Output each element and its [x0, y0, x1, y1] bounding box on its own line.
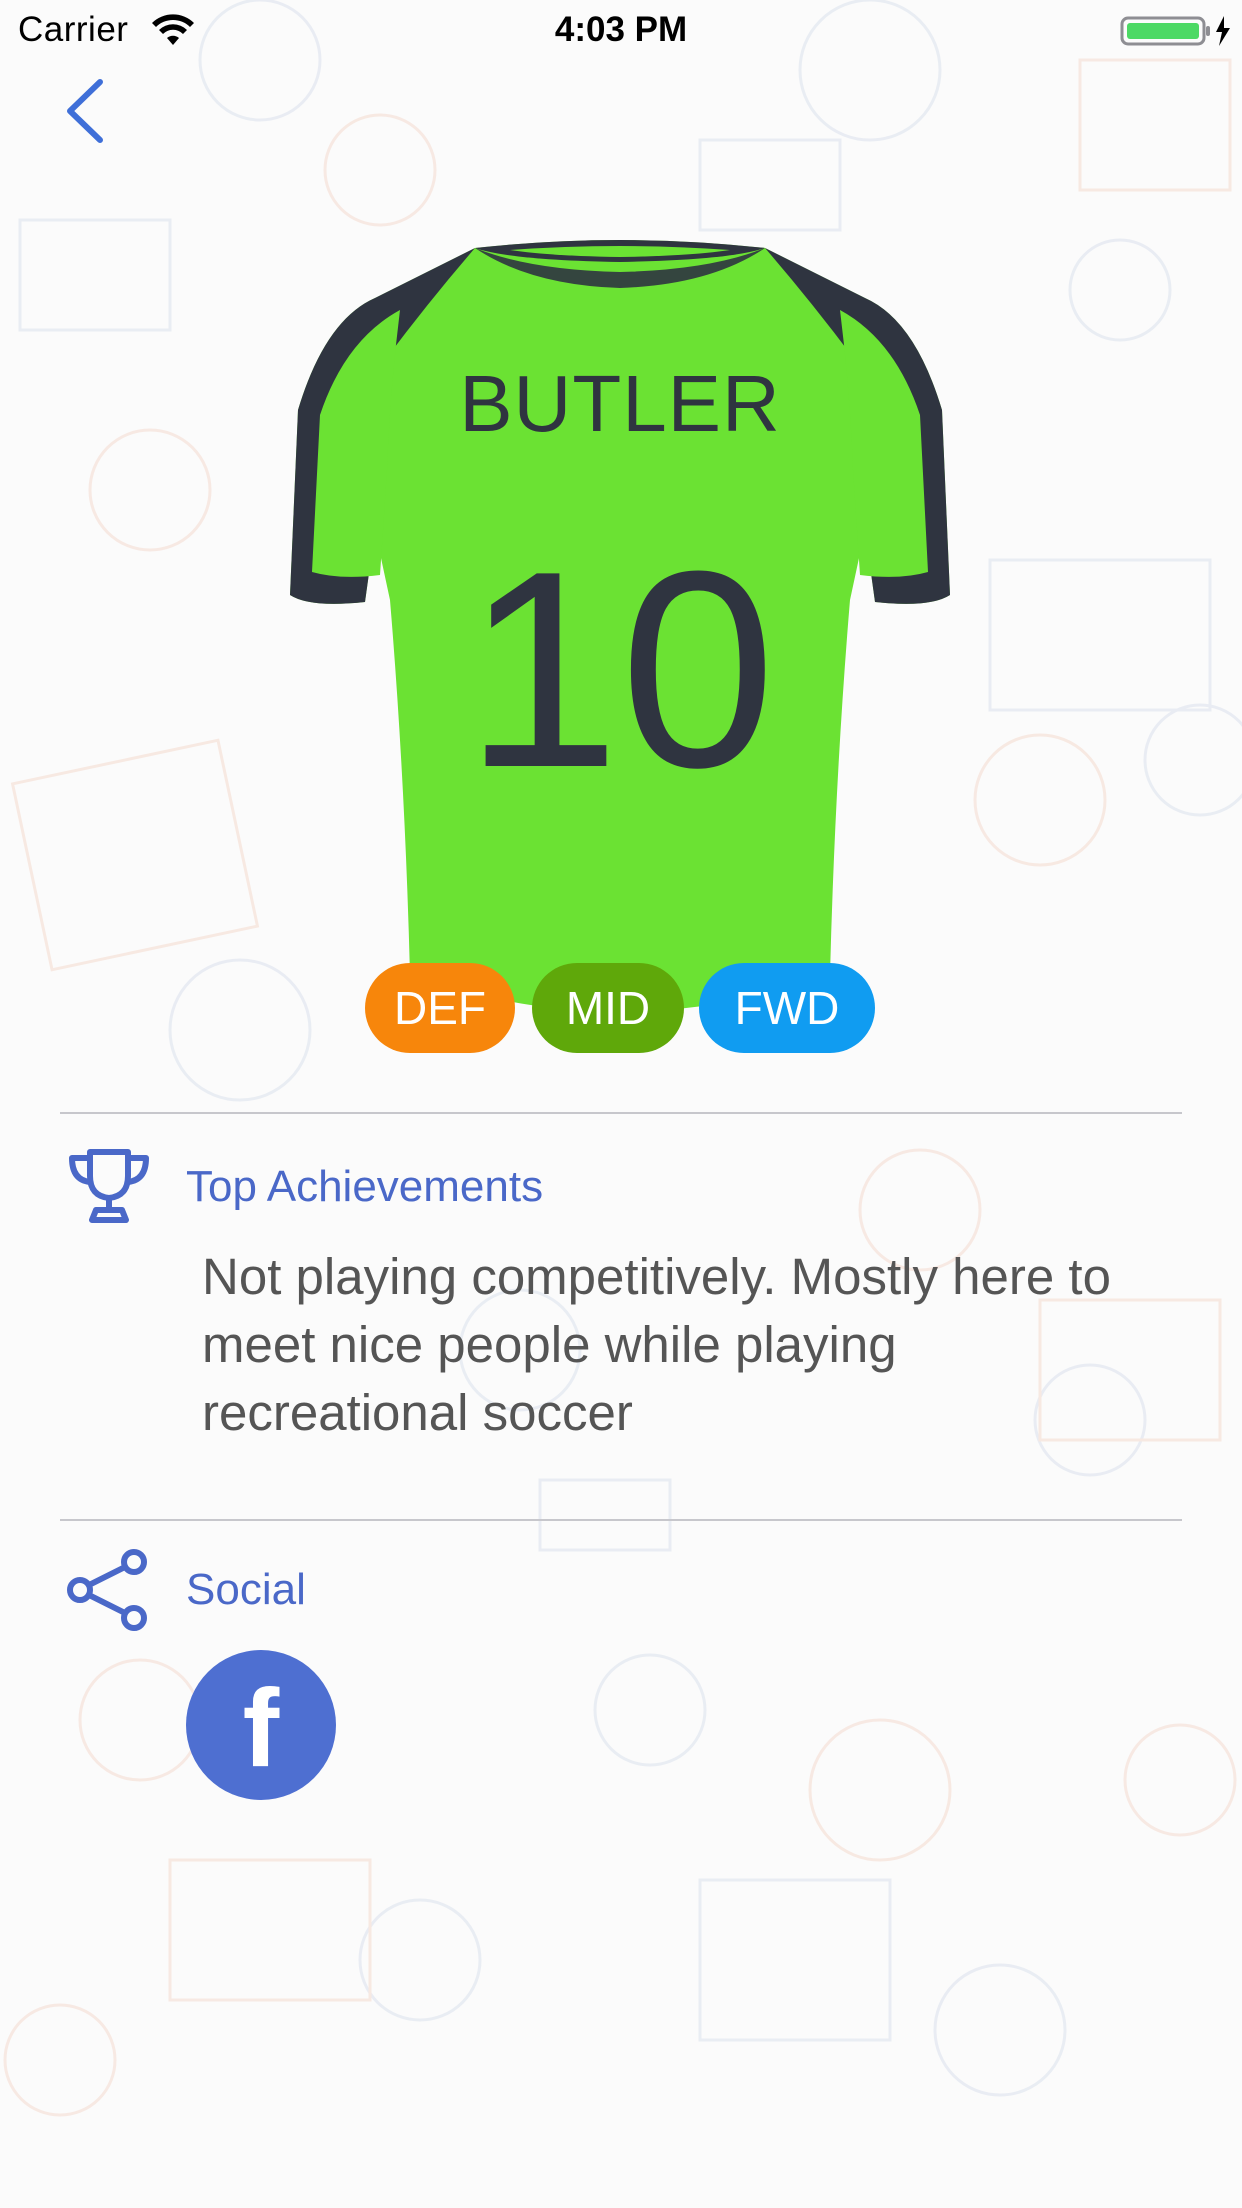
section-divider	[60, 1112, 1182, 1114]
trophy-icon	[69, 1149, 149, 1223]
status-bar: Carrier 4:03 PM	[0, 0, 1242, 62]
jersey-player-name: BUTLER	[459, 359, 781, 448]
achievements-title: Top Achievements	[186, 1162, 544, 1211]
position-mid-pill[interactable]: MID	[532, 963, 684, 1053]
status-time: 4:03 PM	[554, 10, 688, 49]
social-title: Social	[186, 1565, 306, 1614]
position-fwd-pill[interactable]: FWD	[699, 963, 875, 1053]
facebook-button[interactable]: f	[186, 1650, 336, 1800]
jersey: BUTLER 10	[290, 240, 950, 1020]
charging-bolt-icon	[1216, 16, 1230, 46]
share-icon	[67, 1549, 147, 1631]
back-button[interactable]	[58, 76, 118, 146]
achievements-text: Not playing competitively. Mostly here t…	[202, 1248, 1111, 1441]
jersey-player-number: 10	[464, 514, 776, 826]
battery-icon	[1120, 16, 1230, 46]
section-divider	[60, 1519, 1182, 1521]
facebook-icon: f	[242, 1667, 280, 1790]
position-def-pill[interactable]: DEF	[365, 963, 515, 1053]
